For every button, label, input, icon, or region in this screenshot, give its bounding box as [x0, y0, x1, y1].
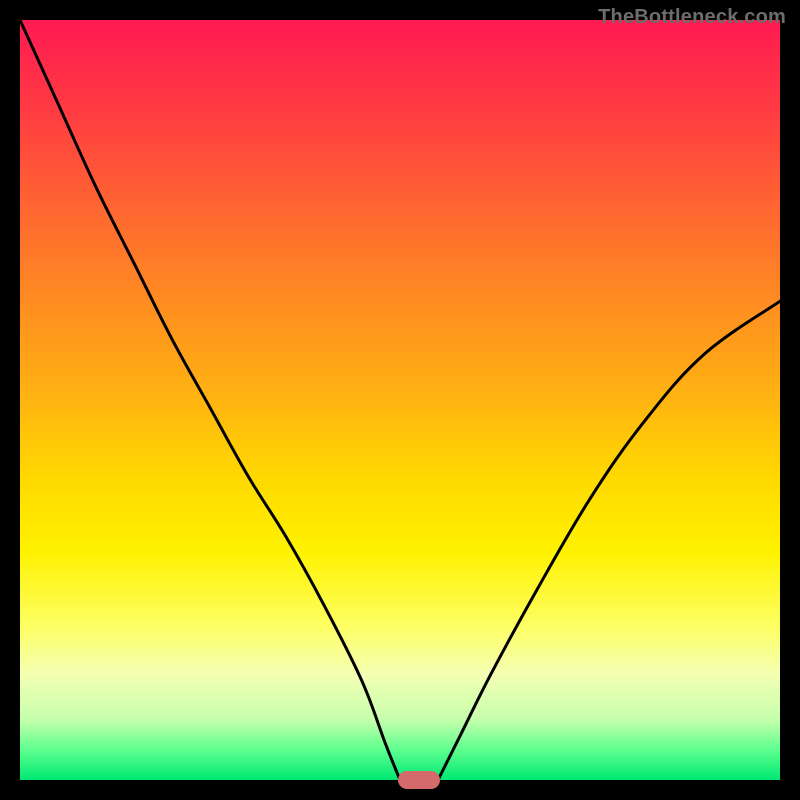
watermark-text: TheBottleneck.com	[598, 6, 786, 29]
curve-svg	[20, 20, 780, 780]
curve-left-branch	[20, 20, 400, 780]
curve-right-branch	[438, 301, 780, 780]
chart-frame: TheBottleneck.com	[0, 0, 800, 800]
bottleneck-marker	[398, 771, 440, 789]
plot-area	[20, 20, 780, 780]
